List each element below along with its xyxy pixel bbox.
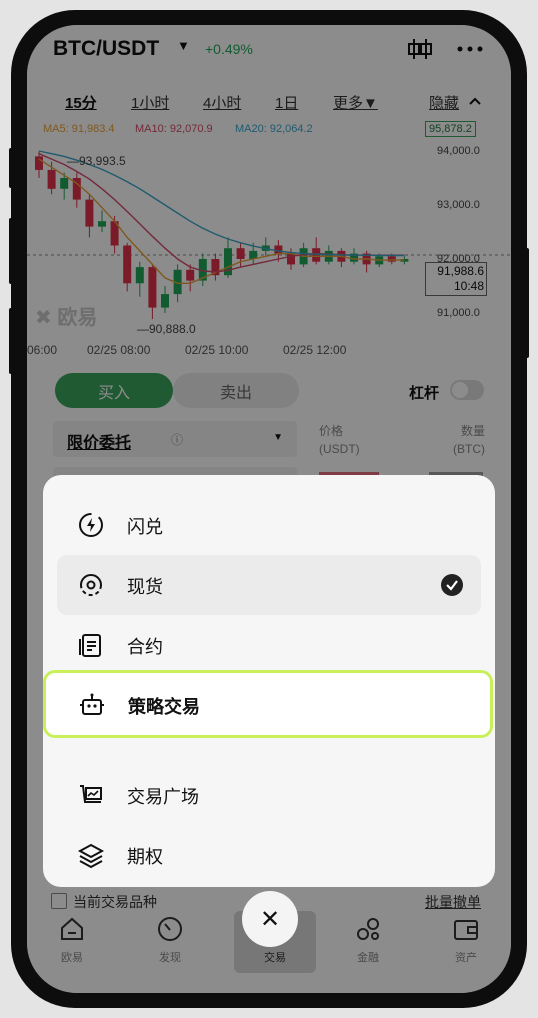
menu-item-flash-swap[interactable]: 闪兑 bbox=[43, 495, 495, 555]
volume-up-button bbox=[9, 218, 15, 284]
mute-switch bbox=[9, 148, 15, 188]
flash-swap-icon bbox=[79, 513, 103, 537]
trade-square-icon bbox=[80, 785, 102, 803]
menu-item-spot[interactable]: 现货 bbox=[57, 555, 481, 615]
close-icon: ✕ bbox=[259, 905, 281, 933]
spot-icon bbox=[80, 574, 102, 596]
close-menu-button[interactable]: ✕ bbox=[242, 891, 298, 947]
contract-icon bbox=[79, 634, 101, 657]
menu-item-trade-square[interactable]: 交易广场 bbox=[43, 765, 495, 825]
app-screen: BTC/USDT ▼ +0.49% 15分 1小时 4小时 1日 更多▼ 隐藏 … bbox=[27, 25, 511, 993]
menu-item-options[interactable]: 期权 bbox=[43, 825, 495, 885]
options-icon bbox=[77, 843, 105, 869]
power-button bbox=[523, 248, 529, 358]
menu-item-contract[interactable]: 合约 bbox=[43, 615, 495, 675]
checkmark-icon bbox=[441, 574, 463, 596]
menu-item-strategy-trading[interactable]: 策略交易 bbox=[43, 670, 493, 738]
volume-down-button bbox=[9, 308, 15, 374]
bot-icon bbox=[80, 693, 104, 715]
